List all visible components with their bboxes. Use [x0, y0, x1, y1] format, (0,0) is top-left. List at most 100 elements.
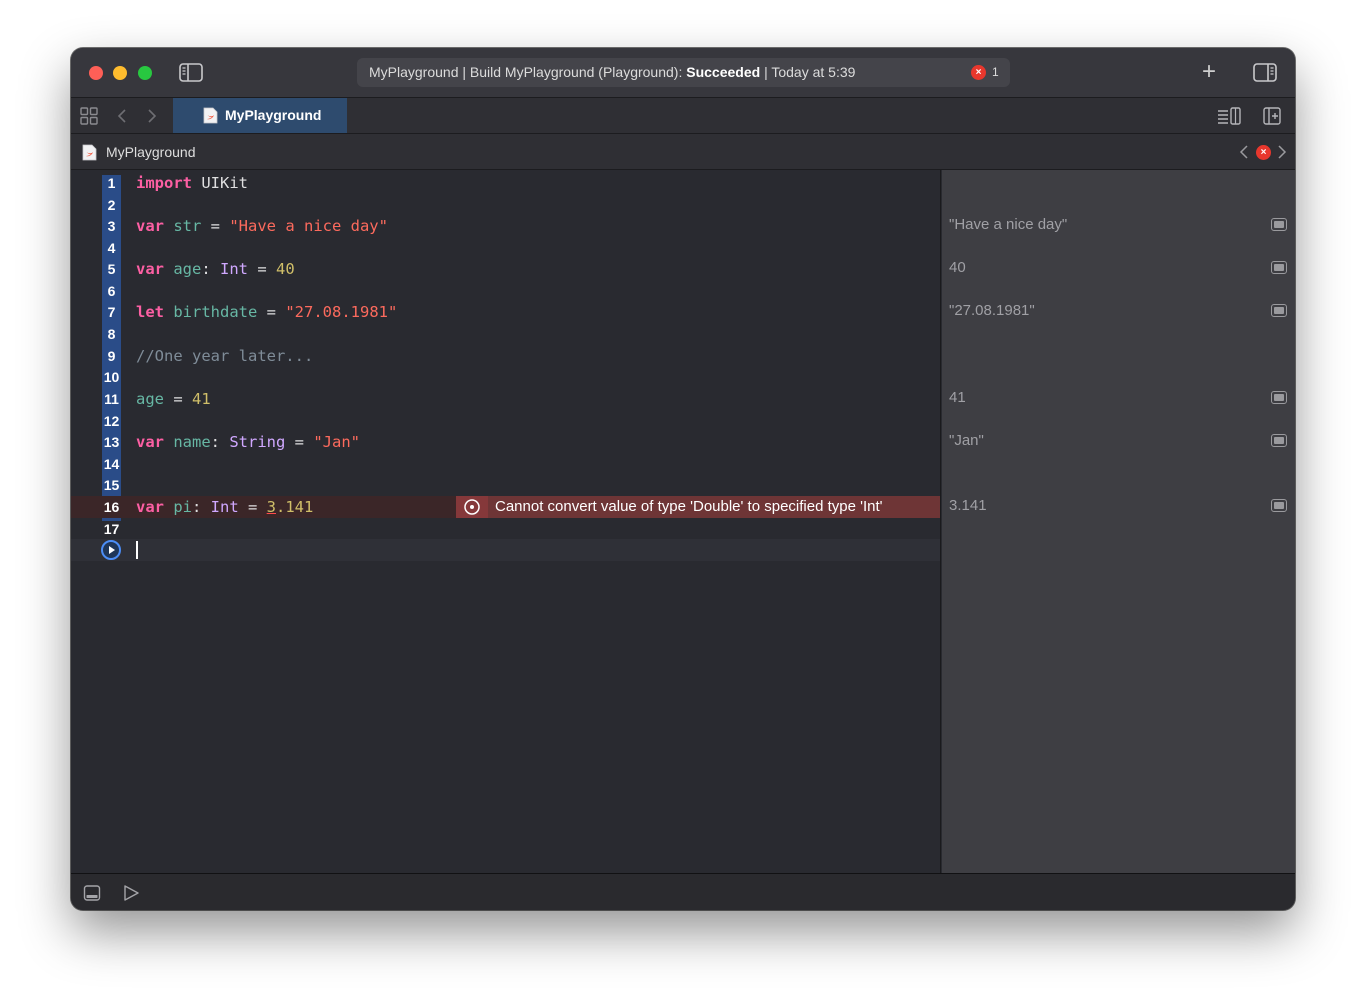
- line-number: 5: [107, 261, 116, 277]
- code-token: =: [285, 433, 314, 451]
- sidebar-toggle-icon[interactable]: [179, 63, 203, 82]
- zoom-icon[interactable]: [138, 66, 152, 80]
- code-line[interactable]: 13 var name: String = "Jan": [71, 431, 940, 453]
- code-line-current[interactable]: [71, 539, 940, 561]
- code-token: age: [136, 390, 164, 408]
- code-token: str: [164, 217, 202, 235]
- line-number: 15: [103, 477, 120, 493]
- line-number: 11: [104, 391, 119, 407]
- quick-look-icon[interactable]: [1271, 304, 1287, 317]
- line-number: 3: [107, 218, 116, 234]
- code-line[interactable]: 4: [71, 237, 940, 259]
- debug-area-icon[interactable]: [83, 884, 101, 902]
- line-number: 12: [103, 413, 120, 429]
- code-token: var: [136, 433, 164, 451]
- code-token: age: [164, 260, 202, 278]
- code-line[interactable]: 3 var str = "Have a nice day": [71, 215, 940, 237]
- code-token: String: [229, 433, 286, 451]
- code-line[interactable]: 2: [71, 194, 940, 216]
- result-value: 41: [949, 389, 966, 406]
- code-line[interactable]: 9 //One year later...: [71, 345, 940, 367]
- line-number: 16: [103, 499, 120, 515]
- error-count: 1: [992, 65, 999, 79]
- code-token: :: [210, 433, 230, 451]
- code-token: var: [136, 260, 164, 278]
- code-line[interactable]: 11 age = 41: [71, 388, 940, 410]
- code-line-error[interactable]: 16 var pi: Int = 3.141 Cannot convert va…: [71, 496, 940, 518]
- breadcrumb[interactable]: MyPlayground: [106, 134, 196, 170]
- code-token: name: [164, 433, 211, 451]
- line-number: 13: [103, 434, 120, 450]
- code-line[interactable]: 15: [71, 474, 940, 496]
- line-number: 8: [107, 326, 116, 342]
- chevron-left-icon[interactable]: [114, 107, 132, 125]
- quick-look-icon[interactable]: [1271, 391, 1287, 404]
- line-number: 6: [107, 283, 116, 299]
- error-icon[interactable]: [456, 496, 488, 518]
- code-token: let: [136, 303, 164, 321]
- error-message: Cannot convert value of type 'Double' to…: [495, 498, 883, 515]
- code-token: import: [136, 174, 192, 192]
- line-number: 9: [107, 348, 116, 364]
- code-line[interactable]: 5 var age: Int = 40: [71, 258, 940, 280]
- activity-view[interactable]: MyPlayground | Build MyPlayground (Playg…: [357, 58, 1010, 87]
- result-row: "Jan": [949, 430, 1289, 452]
- inspector-toggle-icon[interactable]: [1253, 63, 1277, 82]
- code-token: =: [238, 498, 267, 516]
- xcode-window: MyPlayground | Build MyPlayground (Playg…: [71, 48, 1295, 910]
- line-number: 2: [107, 197, 116, 213]
- run-line-icon[interactable]: [101, 540, 121, 560]
- code-line[interactable]: 7 let birthdate = "27.08.1981": [71, 301, 940, 323]
- run-icon[interactable]: [122, 884, 140, 902]
- code-token: 41: [192, 390, 211, 408]
- code-line[interactable]: 1 import UIKit: [71, 172, 940, 194]
- editor-options-icon[interactable]: [1217, 107, 1241, 125]
- code-comment: //One year later...: [136, 347, 314, 365]
- grid-icon[interactable]: [80, 107, 98, 125]
- build-status: Succeeded: [686, 64, 761, 80]
- result-value: "Jan": [949, 432, 984, 449]
- code-token: 40: [276, 260, 295, 278]
- result-value: "Have a nice day": [949, 216, 1068, 233]
- code-line[interactable]: 17: [71, 518, 940, 540]
- chevron-right-icon[interactable]: [142, 107, 160, 125]
- code-token: var: [136, 498, 164, 516]
- result-value: "27.08.1981": [949, 302, 1035, 319]
- swift-file-icon: [82, 144, 97, 161]
- tab-bar: MyPlayground: [71, 98, 1295, 134]
- code-editor[interactable]: 1 import UIKit 2 3 var str = "Have a nic…: [71, 170, 941, 873]
- code-token: :: [201, 260, 220, 278]
- result-row: 40: [949, 257, 1289, 279]
- error-annotation[interactable]: Cannot convert value of type 'Double' to…: [456, 496, 940, 518]
- add-editor-icon[interactable]: [1263, 107, 1281, 125]
- code-token: "Jan": [313, 433, 361, 451]
- chevron-left-icon[interactable]: [1237, 144, 1251, 160]
- error-issue-icon[interactable]: ×: [1256, 145, 1271, 160]
- code-line[interactable]: 10: [71, 366, 940, 388]
- code-token: "27.08.1981": [285, 303, 398, 321]
- jump-bar: MyPlayground ×: [71, 134, 1295, 170]
- line-number: 7: [107, 304, 116, 320]
- chevron-right-icon[interactable]: [1275, 144, 1289, 160]
- code-token: =: [201, 217, 230, 235]
- code-token-error: 3: [266, 498, 277, 516]
- line-number: 1: [107, 175, 116, 191]
- quick-look-icon[interactable]: [1271, 261, 1287, 274]
- minimize-icon[interactable]: [113, 66, 127, 80]
- code-line[interactable]: 14: [71, 453, 940, 475]
- code-line[interactable]: 6: [71, 280, 940, 302]
- activity-suffix: | Today at 5:39: [760, 64, 856, 80]
- results-sidebar: "Have a nice day" 40 "27.08.1981" 41 "Ja…: [942, 170, 1295, 873]
- code-line[interactable]: 8: [71, 323, 940, 345]
- quick-look-icon[interactable]: [1271, 499, 1287, 512]
- quick-look-icon[interactable]: [1271, 218, 1287, 231]
- close-icon[interactable]: [89, 66, 103, 80]
- result-row: "27.08.1981": [949, 300, 1289, 322]
- plus-icon[interactable]: +: [1199, 60, 1219, 84]
- code-line[interactable]: 12: [71, 410, 940, 432]
- line-number: 17: [103, 521, 120, 537]
- quick-look-icon[interactable]: [1271, 434, 1287, 447]
- error-badge-icon[interactable]: ×: [971, 65, 986, 80]
- code-token: "Have a nice day": [229, 217, 388, 235]
- tab-myplayground[interactable]: MyPlayground: [173, 98, 347, 133]
